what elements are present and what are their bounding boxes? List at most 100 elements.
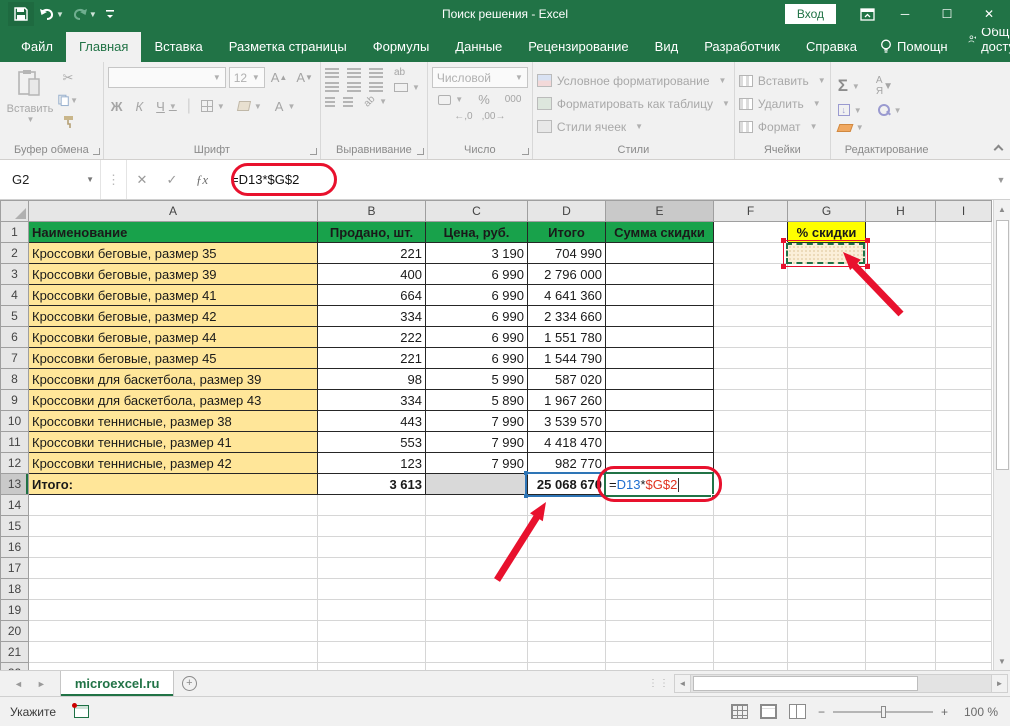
cell[interactable]	[426, 537, 528, 558]
cell[interactable]	[936, 222, 992, 243]
row-header-9[interactable]: 9	[1, 390, 29, 411]
undo-button[interactable]: ▼	[36, 3, 67, 25]
cell[interactable]	[714, 243, 788, 264]
cell[interactable]	[936, 516, 992, 537]
table-header-cell[interactable]: Итого	[528, 222, 606, 243]
fill-color-button[interactable]: ▼	[235, 101, 265, 111]
row-header-13[interactable]: 13	[1, 474, 29, 495]
select-all-corner[interactable]	[1, 201, 29, 222]
wrap-text-button[interactable]: ab	[391, 67, 408, 78]
font-dialog-launcher[interactable]	[310, 148, 317, 155]
cell[interactable]: 6 990	[426, 348, 528, 369]
cell[interactable]	[426, 642, 528, 663]
cell[interactable]: 98	[318, 369, 426, 390]
clipboard-dialog-launcher[interactable]	[93, 148, 100, 155]
product-name-cell[interactable]: Кроссовки беговые, размер 41	[29, 285, 318, 306]
horizontal-scrollbar-thumb[interactable]	[693, 676, 918, 691]
row-header-1[interactable]: 1	[1, 222, 29, 243]
column-header-D[interactable]: D	[528, 201, 606, 222]
cell[interactable]: 7 990	[426, 453, 528, 474]
cancel-entry-button[interactable]: ✕	[127, 172, 157, 188]
cell[interactable]	[788, 663, 866, 671]
column-header-C[interactable]: C	[426, 201, 528, 222]
cell[interactable]	[606, 327, 714, 348]
cell[interactable]	[426, 600, 528, 621]
align-center-icon[interactable]	[347, 82, 361, 92]
cell[interactable]	[866, 579, 936, 600]
vertical-scrollbar-thumb[interactable]	[996, 220, 1009, 470]
product-name-cell[interactable]: Кроссовки теннисные, размер 42	[29, 453, 318, 474]
insert-function-button[interactable]: ƒx	[187, 172, 217, 188]
format-painter-button[interactable]	[58, 113, 78, 131]
product-name-cell[interactable]: Кроссовки беговые, размер 39	[29, 264, 318, 285]
tell-me-button[interactable]: Помощн	[870, 32, 958, 62]
redo-dropdown[interactable]: ▼	[89, 10, 97, 19]
cell[interactable]	[714, 285, 788, 306]
cell[interactable]	[866, 558, 936, 579]
cell[interactable]	[788, 579, 866, 600]
cell[interactable]	[866, 474, 936, 495]
cell[interactable]	[606, 390, 714, 411]
italic-button[interactable]: К	[133, 99, 147, 114]
cell[interactable]	[936, 306, 992, 327]
table-header-cell[interactable]: Наименование	[29, 222, 318, 243]
table-header-cell[interactable]: Продано, шт.	[318, 222, 426, 243]
cell[interactable]: 7 990	[426, 411, 528, 432]
conditional-formatting-button[interactable]: Условное форматирование▼	[537, 70, 727, 91]
cell[interactable]	[29, 642, 318, 663]
cell[interactable]: 334	[318, 390, 426, 411]
tab-help[interactable]: Справка	[793, 32, 870, 62]
bold-button[interactable]: Ж	[108, 99, 126, 114]
cell[interactable]	[714, 264, 788, 285]
cell[interactable]: 6 990	[426, 327, 528, 348]
align-top-icon[interactable]	[325, 68, 339, 78]
cell[interactable]: 5 990	[426, 369, 528, 390]
cell[interactable]	[788, 516, 866, 537]
cell[interactable]	[528, 558, 606, 579]
column-header-B[interactable]: B	[318, 201, 426, 222]
tab-page-layout[interactable]: Разметка страницы	[216, 32, 360, 62]
cell[interactable]	[866, 327, 936, 348]
cell[interactable]	[788, 453, 866, 474]
cell[interactable]	[714, 516, 788, 537]
customize-qat-button[interactable]	[102, 3, 118, 25]
alignment-dialog-launcher[interactable]	[417, 148, 424, 155]
paste-dropdown[interactable]: ▼	[27, 115, 35, 124]
cell[interactable]: 704 990	[528, 243, 606, 264]
copy-button[interactable]: ▼	[58, 91, 78, 109]
cell[interactable]	[606, 558, 714, 579]
cell[interactable]	[936, 369, 992, 390]
zoom-out-button[interactable]: −	[818, 705, 825, 719]
page-layout-view-button[interactable]	[760, 704, 777, 719]
cell[interactable]	[936, 537, 992, 558]
cell-styles-button[interactable]: Стили ячеек▼	[537, 116, 643, 137]
number-dialog-launcher[interactable]	[522, 148, 529, 155]
cell[interactable]	[714, 222, 788, 243]
product-name-cell[interactable]: Кроссовки беговые, размер 44	[29, 327, 318, 348]
cell[interactable]: 1 544 790	[528, 348, 606, 369]
cell[interactable]	[866, 453, 936, 474]
table-header-cell[interactable]: Сумма скидки	[606, 222, 714, 243]
cell[interactable]	[866, 285, 936, 306]
cell[interactable]: 664	[318, 285, 426, 306]
cell[interactable]	[426, 516, 528, 537]
cell[interactable]	[29, 621, 318, 642]
cell[interactable]	[936, 642, 992, 663]
cell[interactable]	[936, 243, 992, 264]
formula-input[interactable]: =D13*$G$2	[217, 160, 992, 199]
zoom-in-button[interactable]: +	[941, 705, 948, 719]
row-header-10[interactable]: 10	[1, 411, 29, 432]
tab-review[interactable]: Рецензирование	[515, 32, 641, 62]
scroll-up-icon[interactable]: ▲	[994, 200, 1010, 218]
row-header-16[interactable]: 16	[1, 537, 29, 558]
normal-view-button[interactable]	[731, 704, 748, 719]
cell[interactable]	[528, 516, 606, 537]
cell[interactable]	[866, 411, 936, 432]
zoom-slider[interactable]	[833, 711, 933, 713]
cell[interactable]	[788, 558, 866, 579]
row-header-18[interactable]: 18	[1, 579, 29, 600]
row-header-17[interactable]: 17	[1, 558, 29, 579]
cell[interactable]	[29, 537, 318, 558]
cell[interactable]	[606, 600, 714, 621]
cell[interactable]	[714, 537, 788, 558]
